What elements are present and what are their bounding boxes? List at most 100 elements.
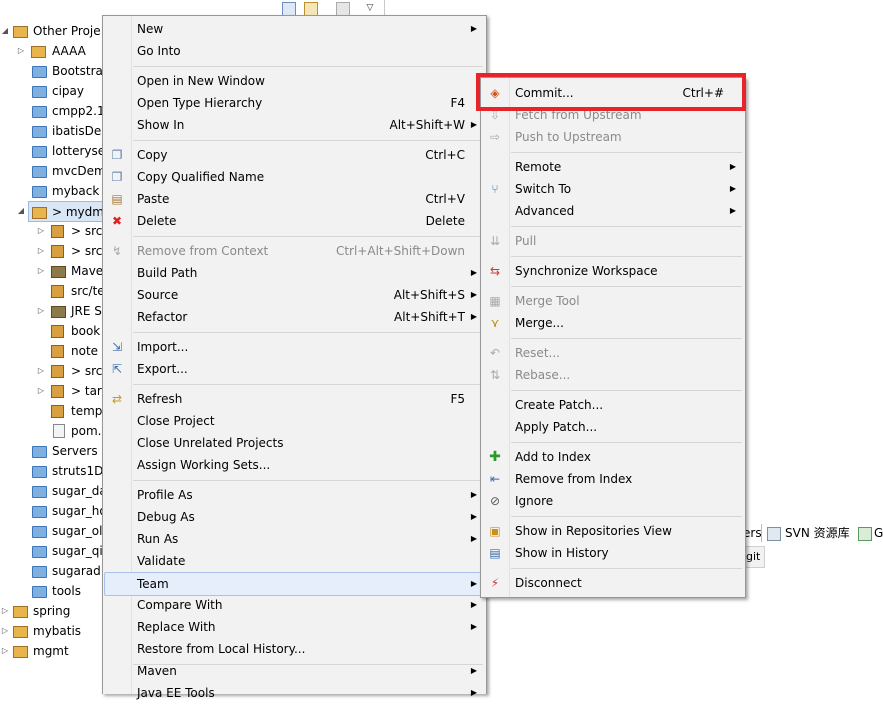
- menu-item-open-type-hierarchy[interactable]: Open Type Hierarchy F4: [104, 92, 485, 114]
- menu-item-close-unrelated-projects[interactable]: Close Unrelated Projects: [104, 432, 485, 454]
- collapse-arrow-icon[interactable]: ▷: [0, 641, 10, 661]
- tree-item[interactable]: ▷ spring: [0, 601, 110, 621]
- tree-item[interactable]: temp: [0, 401, 110, 421]
- tree-item[interactable]: ▷ JRE S: [0, 301, 110, 321]
- menu-item-ignore[interactable]: ⊘ Ignore: [482, 490, 744, 512]
- menu-item-profile-as[interactable]: Profile As ▶: [104, 484, 485, 506]
- menu-item-open-in-new-window[interactable]: Open in New Window: [104, 70, 485, 92]
- collapse-arrow-icon[interactable]: ▷: [36, 221, 46, 241]
- menu-item-validate[interactable]: Validate: [104, 550, 485, 572]
- menu-item-copy-qualified-name[interactable]: ❐ Copy Qualified Name: [104, 166, 485, 188]
- menu-item-replace-with[interactable]: Replace With ▶: [104, 616, 485, 638]
- menu-item-disconnect[interactable]: ⚡ Disconnect: [482, 572, 744, 594]
- tree-item[interactable]: ▷ > src: [0, 361, 110, 381]
- tree-item[interactable]: sugar_qi: [0, 541, 110, 561]
- menu-item-show-in-repositories-view[interactable]: ▣ Show in Repositories View: [482, 520, 744, 542]
- collapse-arrow-icon[interactable]: ▷: [36, 381, 46, 401]
- tree-item[interactable]: Servers: [0, 441, 110, 461]
- menu-item-add-to-index[interactable]: ✚ Add to Index: [482, 446, 744, 468]
- menu-item-build-path[interactable]: Build Path ▶: [104, 262, 485, 284]
- collapse-arrow-icon[interactable]: ▷: [0, 601, 10, 621]
- menu-item-compare-with[interactable]: Compare With ▶: [104, 594, 485, 616]
- collapse-arrow-icon[interactable]: ▷: [36, 241, 46, 261]
- filter-icon[interactable]: [336, 2, 350, 16]
- tree-item[interactable]: src/te: [0, 281, 110, 301]
- tree-item[interactable]: sugarad: [0, 561, 110, 581]
- tree-item[interactable]: ▷ AAAA: [0, 41, 110, 61]
- menu-item-import[interactable]: ⇲ Import...: [104, 336, 485, 358]
- tree-item[interactable]: lotteryse: [0, 141, 110, 161]
- menu-item-merge-tool[interactable]: ▦ Merge Tool: [482, 290, 744, 312]
- tree-item[interactable]: ibatisDer: [0, 121, 110, 141]
- view-menu-chevron-icon[interactable]: ▽: [364, 2, 376, 14]
- collapse-arrow-icon[interactable]: ▷: [36, 361, 46, 381]
- expand-arrow-icon[interactable]: ◢: [16, 201, 26, 221]
- tree-item[interactable]: note: [0, 341, 110, 361]
- menu-item-remove-from-context[interactable]: ↯ Remove from Context Ctrl+Alt+Shift+Down: [104, 240, 485, 262]
- tree-item[interactable]: ▷ mgmt: [0, 641, 110, 661]
- menu-item-copy[interactable]: ❐ Copy Ctrl+C: [104, 144, 485, 166]
- collapse-arrow-icon[interactable]: ▷: [36, 261, 46, 281]
- menu-item-maven[interactable]: Maven ▶: [104, 660, 485, 682]
- menu-item-new[interactable]: New ▶: [104, 18, 485, 40]
- tree-item[interactable]: cipay: [0, 81, 110, 101]
- collapse-arrow-icon[interactable]: ▷: [16, 41, 26, 61]
- tree-item[interactable]: ▷ > src: [0, 221, 110, 241]
- tree-item[interactable]: ◢ Other Proje: [0, 21, 110, 41]
- menu-item-team[interactable]: Team ▶: [104, 572, 485, 596]
- menu-item-refresh[interactable]: ⇄ Refresh F5: [104, 388, 485, 410]
- menu-item-source[interactable]: Source Alt+Shift+S ▶: [104, 284, 485, 306]
- menu-item-merge[interactable]: ⋎ Merge...: [482, 312, 744, 334]
- menu-item-pull[interactable]: ⇊ Pull: [482, 230, 744, 252]
- tree-item[interactable]: ▷ > src: [0, 241, 110, 261]
- tree-item[interactable]: Bootstra: [0, 61, 110, 81]
- menu-item-push-to-upstream[interactable]: ⇨ Push to Upstream: [482, 126, 744, 148]
- tree-item[interactable]: struts1D: [0, 461, 110, 481]
- menu-item-debug-as[interactable]: Debug As ▶: [104, 506, 485, 528]
- tree-item[interactable]: sugar_da: [0, 481, 110, 501]
- tab-git[interactable]: G: [874, 522, 883, 544]
- link-with-editor-icon[interactable]: [304, 2, 318, 16]
- menu-item-switch-to[interactable]: ⑂ Switch To ▶: [482, 178, 744, 200]
- xml-file-icon: [53, 424, 65, 438]
- menu-item-show-in[interactable]: Show In Alt+Shift+W ▶: [104, 114, 485, 136]
- menu-item-show-in-history[interactable]: ▤ Show in History: [482, 542, 744, 564]
- tree-item[interactable]: myback: [0, 181, 110, 201]
- tree-item[interactable]: ▷ Mave: [0, 261, 110, 281]
- menu-item-synchronize-workspace[interactable]: ⇆ Synchronize Workspace: [482, 260, 744, 282]
- collapse-arrow-icon[interactable]: ▷: [0, 621, 10, 641]
- menu-item-delete[interactable]: ✖ Delete Delete: [104, 210, 485, 232]
- menu-item-close-project[interactable]: Close Project: [104, 410, 485, 432]
- menu-item-refactor[interactable]: Refactor Alt+Shift+T ▶: [104, 306, 485, 328]
- menu-item-paste[interactable]: ▤ Paste Ctrl+V: [104, 188, 485, 210]
- tree-item[interactable]: tools: [0, 581, 110, 601]
- menu-item-remove-from-index[interactable]: ⇤ Remove from Index: [482, 468, 744, 490]
- menu-item-assign-working-sets[interactable]: Assign Working Sets...: [104, 454, 485, 476]
- tree-item[interactable]: book: [0, 321, 110, 341]
- menu-item-go-into[interactable]: Go Into: [104, 40, 485, 62]
- tab-svn-repository[interactable]: SVN 资源库: [785, 522, 850, 544]
- tree-item[interactable]: sugar_ol: [0, 521, 110, 541]
- menu-item-rebase[interactable]: ⇅ Rebase...: [482, 364, 744, 386]
- menu-item-export[interactable]: ⇱ Export...: [104, 358, 485, 380]
- tree-item[interactable]: ▷ mybatis: [0, 621, 110, 641]
- menu-item-apply-patch[interactable]: Apply Patch...: [482, 416, 744, 438]
- tree-item[interactable]: mvcDem: [0, 161, 110, 181]
- tree-item[interactable]: sugar_ho: [0, 501, 110, 521]
- collapse-arrow-icon[interactable]: ▷: [36, 301, 46, 321]
- tree-item[interactable]: ▷ > tar: [0, 381, 110, 401]
- tree-item[interactable]: cmpp2.1: [0, 101, 110, 121]
- menu-separator: [133, 236, 483, 237]
- menu-item-java-ee-tools[interactable]: Java EE Tools ▶: [104, 682, 485, 704]
- collapse-all-icon[interactable]: [282, 2, 296, 16]
- menu-item-restore-local-history[interactable]: Restore from Local History...: [104, 638, 485, 660]
- menu-item-run-as[interactable]: Run As ▶: [104, 528, 485, 550]
- tree-item[interactable]: pom.: [0, 421, 110, 441]
- menu-separator: [133, 480, 483, 481]
- menu-item-advanced[interactable]: Advanced ▶: [482, 200, 744, 222]
- tree-item-selected[interactable]: > mydm: [28, 201, 110, 222]
- menu-item-reset[interactable]: ↶ Reset...: [482, 342, 744, 364]
- menu-item-create-patch[interactable]: Create Patch...: [482, 394, 744, 416]
- expand-arrow-icon[interactable]: ◢: [0, 21, 10, 41]
- menu-item-remote[interactable]: Remote ▶: [482, 156, 744, 178]
